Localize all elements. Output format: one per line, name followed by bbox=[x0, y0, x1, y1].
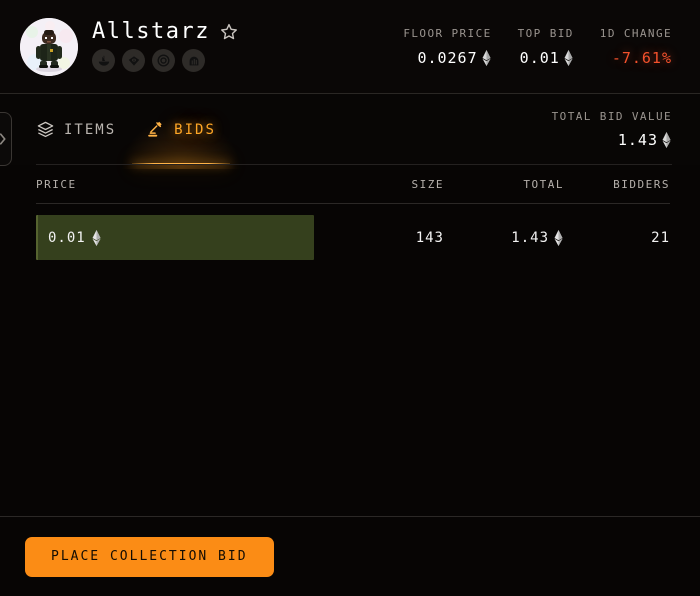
stat-value: -7.61% bbox=[612, 49, 672, 67]
table-body: 0.01 143 1.43 21 bbox=[36, 215, 670, 260]
column-price: PRICE bbox=[36, 177, 77, 191]
tab-bar: ITEMS BIDS TOTAL BID VALUE 1.43 bbox=[0, 94, 700, 169]
stat-value: 0.0267 bbox=[417, 49, 491, 67]
collection-avatar[interactable] bbox=[20, 17, 78, 76]
total-bid-label: TOTAL BID VALUE bbox=[551, 110, 672, 123]
layers-icon bbox=[37, 121, 54, 138]
bids-table: PRICE SIZE TOTAL BIDDERS 0.01 143 1.43 2… bbox=[0, 165, 700, 516]
total-bid-amount: 1.43 bbox=[618, 131, 672, 149]
eth-icon bbox=[662, 132, 671, 148]
cell-price: 0.01 bbox=[36, 229, 314, 246]
table-header-row: PRICE SIZE TOTAL BIDDERS bbox=[36, 165, 670, 204]
stat-label: FLOOR PRICE bbox=[403, 26, 492, 40]
eth-icon bbox=[482, 49, 491, 66]
magiceden-icon[interactable] bbox=[152, 49, 175, 72]
stat-floor-price: FLOOR PRICE 0.0267 bbox=[403, 27, 491, 67]
collection-bids-panel: Allstarz FLOOR PRICE 0.0267 TOP BID 0.01… bbox=[0, 0, 700, 596]
tab-bids-label: BIDS bbox=[174, 121, 216, 138]
stat-top-bid: TOP BID 0.01 bbox=[518, 27, 574, 67]
row-total-value: 1.43 bbox=[511, 229, 549, 246]
footer-bar: PLACE COLLECTION BID bbox=[0, 516, 700, 596]
stats-icon[interactable] bbox=[182, 49, 205, 72]
cell-total: 1.43 bbox=[444, 229, 564, 246]
stat-one-day-change: 1D CHANGE -7.61% bbox=[600, 27, 672, 67]
eth-icon bbox=[564, 49, 573, 66]
collection-title-block: Allstarz bbox=[92, 21, 239, 72]
row-price-value: 0.01 bbox=[48, 229, 86, 246]
column-bidders: BIDDERS bbox=[613, 177, 670, 191]
total-bid-value-block: TOTAL BID VALUE 1.43 bbox=[552, 110, 672, 149]
cell-size: 143 bbox=[314, 230, 444, 246]
top-bid-value: 0.01 bbox=[519, 48, 560, 67]
tab-items[interactable]: ITEMS bbox=[36, 94, 116, 165]
row-size-value: 143 bbox=[415, 229, 444, 246]
collection-header: Allstarz FLOOR PRICE 0.0267 TOP BID 0.01… bbox=[0, 0, 700, 94]
opensea-icon[interactable] bbox=[92, 49, 115, 72]
one-day-change-value: -7.61% bbox=[611, 48, 672, 67]
cell-bidders: 21 bbox=[564, 230, 670, 246]
tab-bids[interactable]: BIDS bbox=[121, 94, 242, 169]
row-bidders-value: 21 bbox=[651, 229, 670, 246]
eth-icon bbox=[554, 229, 563, 246]
stat-label: 1D CHANGE bbox=[599, 26, 672, 40]
chevron-right-icon bbox=[0, 133, 6, 145]
star-icon[interactable] bbox=[219, 22, 239, 42]
tab-items-label: ITEMS bbox=[64, 121, 117, 138]
floor-price-value: 0.0267 bbox=[417, 48, 478, 67]
stat-value: 0.01 bbox=[520, 49, 574, 67]
gavel-icon bbox=[148, 121, 162, 137]
social-links bbox=[92, 49, 239, 72]
collection-identity: Allstarz bbox=[20, 17, 239, 76]
stat-label: TOP BID bbox=[517, 26, 574, 40]
total-bid-number: 1.43 bbox=[617, 131, 658, 149]
collection-stats: FLOOR PRICE 0.0267 TOP BID 0.01 1D CHANG… bbox=[403, 27, 672, 67]
column-total: TOTAL bbox=[523, 177, 564, 191]
column-size: SIZE bbox=[411, 177, 444, 191]
title-row: Allstarz bbox=[92, 21, 239, 43]
sidebar-expand-handle[interactable] bbox=[0, 112, 12, 166]
page-title: Allstarz bbox=[92, 19, 210, 44]
place-collection-bid-button[interactable]: PLACE COLLECTION BID bbox=[25, 536, 274, 577]
eth-icon bbox=[92, 229, 101, 246]
tab-list: ITEMS BIDS bbox=[36, 94, 242, 169]
blur-icon[interactable] bbox=[122, 49, 145, 72]
table-row[interactable]: 0.01 143 1.43 21 bbox=[36, 215, 670, 260]
